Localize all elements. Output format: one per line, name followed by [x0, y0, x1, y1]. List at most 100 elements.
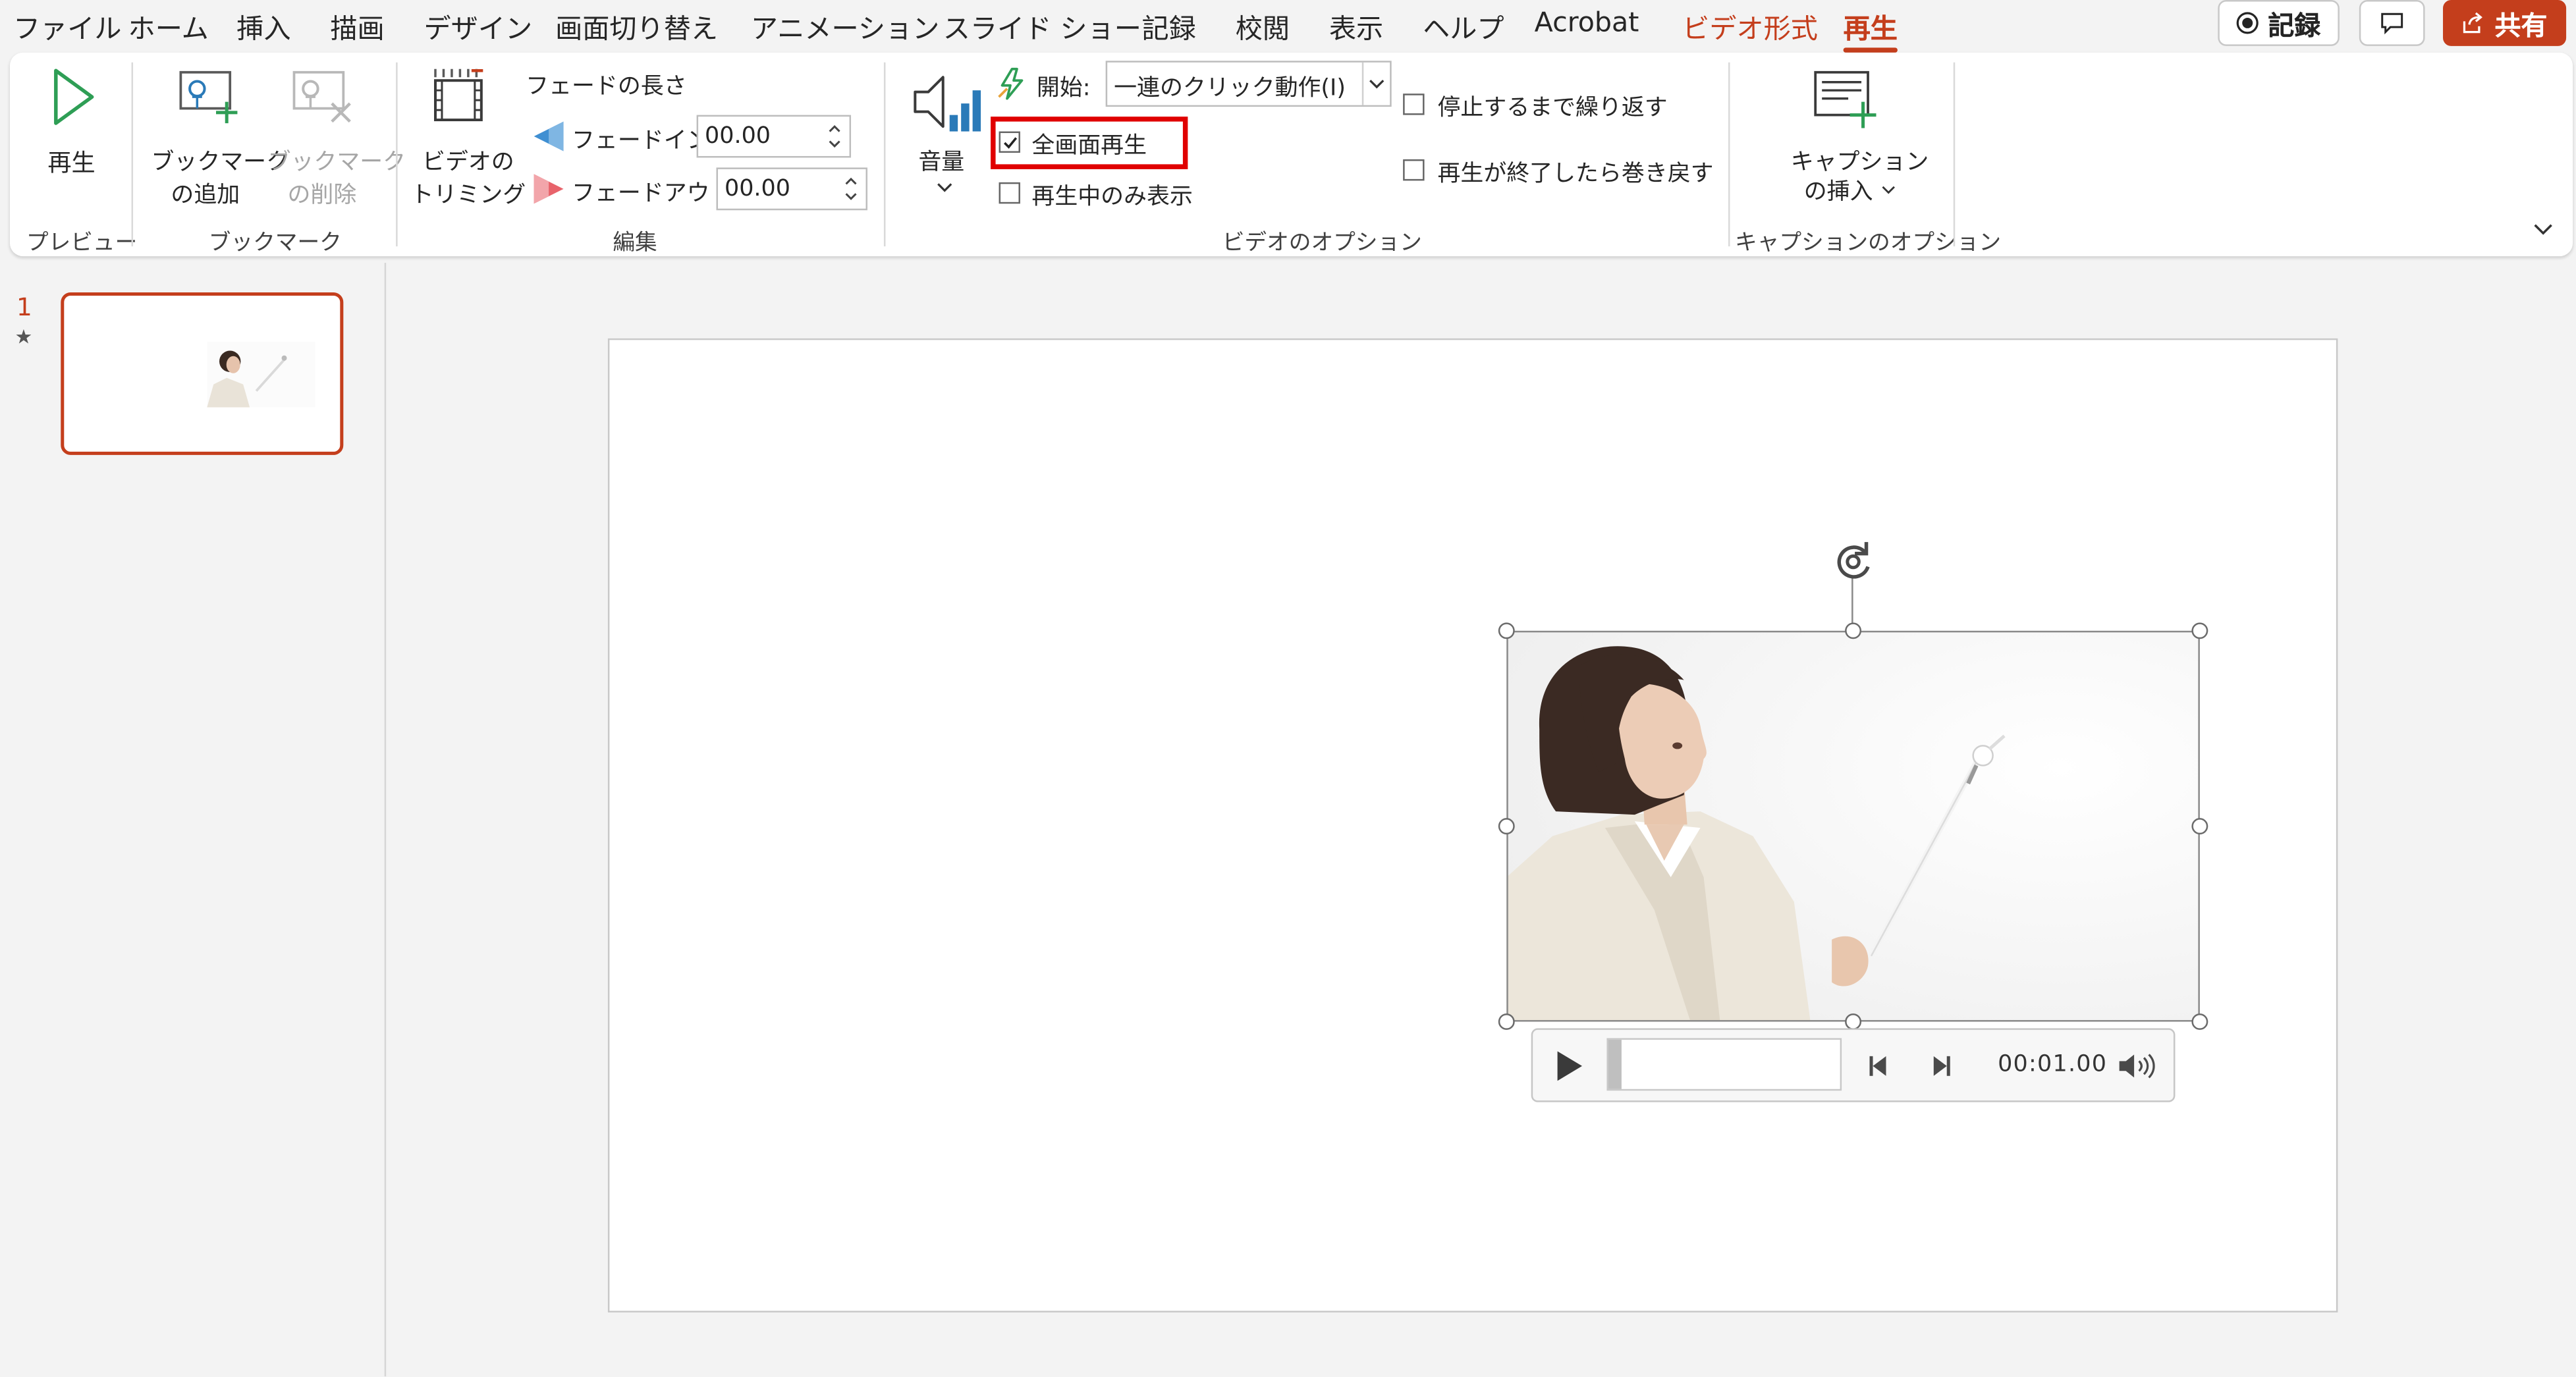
pane-divider	[384, 263, 387, 1377]
rewind-checkbox[interactable]: 再生が終了したら巻き戻す	[1403, 153, 1732, 189]
resize-handle-right[interactable]	[2191, 818, 2208, 835]
volume-label: 音量	[918, 149, 965, 176]
tab-draw[interactable]: 描画	[330, 7, 384, 46]
chevron-down-icon	[1369, 80, 1384, 89]
trim-video-label-2: トリミング	[410, 182, 526, 209]
trim-video-icon	[433, 68, 483, 122]
rotate-handle-icon[interactable]	[1832, 539, 1878, 585]
trim-video-button[interactable]: ビデオの トリミング	[408, 63, 526, 213]
playback-time: 00:01.00	[1998, 1051, 2108, 1078]
volume-button[interactable]: 音量	[907, 63, 986, 213]
seek-bar[interactable]	[1606, 1038, 1842, 1091]
tab-record[interactable]: 記録	[1142, 7, 1196, 46]
chevron-down-icon	[937, 183, 952, 192]
group-label-editing: 編集	[613, 230, 657, 257]
resize-handle-top[interactable]	[1845, 622, 1862, 639]
checkmark-icon	[1004, 137, 1018, 149]
play-preview-label: 再生	[47, 151, 96, 178]
spinner-arrows-icon[interactable]	[843, 174, 860, 203]
play-icon	[54, 68, 94, 125]
start-label: 開始:	[1036, 75, 1091, 102]
tab-file[interactable]: ファイル	[13, 7, 122, 46]
remove-bookmark-button: ブックマーク の削除	[265, 63, 406, 213]
tab-home[interactable]: ホーム	[128, 7, 209, 46]
resize-handle-top-right[interactable]	[2191, 622, 2208, 639]
group-label-video-options: ビデオのオプション	[1222, 230, 1422, 257]
comment-icon	[2381, 13, 2403, 35]
slide-thumbnail[interactable]	[61, 292, 344, 455]
fade-in-spinner[interactable]: 00.00	[696, 115, 852, 158]
selection-outline	[1506, 630, 2200, 1022]
collapse-ribbon-icon[interactable]	[2532, 220, 2555, 236]
fade-out-spinner[interactable]: 00.00	[716, 167, 867, 211]
tab-review[interactable]: 校閲	[1236, 7, 1290, 46]
insert-captions-button[interactable]: キャプション の挿入	[1771, 63, 1929, 213]
tab-transitions[interactable]: 画面切り替え	[555, 7, 718, 46]
group-separator	[131, 62, 134, 247]
start-dropdown[interactable]: 一連のクリック動作(I)	[1105, 61, 1392, 107]
play-preview-button[interactable]: 再生	[23, 63, 122, 213]
fullscreen-label: 全画面再生	[1031, 133, 1147, 159]
resize-handle-left[interactable]	[1498, 818, 1515, 835]
share-icon	[2464, 12, 2484, 34]
resize-handle-bottom-right[interactable]	[2191, 1013, 2208, 1030]
rewind-label: 再生が終了したら巻き戻す	[1437, 161, 1714, 188]
record-button-label: 記録	[2268, 9, 2321, 41]
tab-acrobat[interactable]: Acrobat	[1535, 7, 1639, 38]
group-label-caption-options: キャプションのオプション	[1734, 230, 2002, 257]
animation-star-icon: ★	[14, 325, 33, 348]
record-icon	[2237, 12, 2259, 34]
add-bookmark-button[interactable]: ブックマーク の追加	[148, 63, 289, 213]
fade-out-value: 00.00	[724, 175, 790, 202]
resize-handle-top-left[interactable]	[1498, 622, 1515, 639]
tab-insert[interactable]: 挿入	[236, 7, 290, 46]
ribbon: 再生 プレビュー ブックマーク の追加 ブックマーク の削除 ブックマーク ビデ…	[9, 52, 2573, 257]
seek-bar-thumb[interactable]	[1608, 1039, 1622, 1089]
hide-while-not-playing-checkbox[interactable]: 再生中のみ表示	[999, 176, 1229, 212]
slide-number: 1	[16, 292, 32, 322]
remove-bookmark-label-1: ブックマーク	[267, 149, 406, 176]
play-icon[interactable]	[1552, 1048, 1585, 1084]
share-button-label: 共有	[2494, 9, 2548, 41]
tab-slideshow[interactable]: スライド ショー	[943, 7, 1141, 46]
loop-checkbox[interactable]: 停止するまで繰り返す	[1403, 87, 1682, 123]
fade-in-value: 00.00	[705, 123, 771, 149]
volume-icon	[914, 76, 981, 132]
tab-view[interactable]: 表示	[1329, 7, 1383, 46]
group-separator	[883, 62, 886, 247]
comments-button[interactable]	[2359, 0, 2425, 46]
remove-bookmark-icon	[292, 70, 351, 123]
loop-checkbox-box[interactable]	[1403, 94, 1425, 115]
share-button[interactable]: 共有	[2443, 0, 2567, 46]
tab-animations[interactable]: アニメーション	[751, 7, 939, 46]
hide-while-not-playing-checkbox-box[interactable]	[999, 182, 1020, 204]
volume-icon[interactable]	[2116, 1050, 2156, 1083]
fade-in-label: フェードイン:	[572, 128, 718, 155]
group-separator	[1953, 62, 1956, 247]
group-separator	[1728, 62, 1730, 247]
record-button[interactable]: 記録	[2218, 0, 2340, 46]
tab-help[interactable]: ヘルプ	[1423, 7, 1504, 46]
fade-duration-title: フェードの長さ	[526, 74, 687, 101]
step-forward-icon[interactable]	[1927, 1053, 1954, 1079]
tab-video-format[interactable]: ビデオ形式	[1682, 7, 1818, 46]
remove-bookmark-label-2: の削除	[287, 182, 357, 209]
rewind-checkbox-box[interactable]	[1403, 159, 1425, 181]
insert-captions-label-1: キャプション	[1790, 149, 1929, 176]
fullscreen-checkbox-box[interactable]	[999, 131, 1020, 153]
media-controls: 00:01.00	[1531, 1028, 2176, 1102]
step-back-icon[interactable]	[1867, 1053, 1893, 1079]
tab-design[interactable]: デザイン	[424, 7, 533, 46]
menu-bar: ファイル ホーム 挿入 描画 デザイン 画面切り替え アニメーション スライド …	[0, 0, 2576, 53]
loop-label: 停止するまで繰り返す	[1437, 95, 1668, 122]
start-dropdown-value: 一連のクリック動作(I)	[1114, 75, 1346, 102]
tab-playback[interactable]: 再生	[1843, 7, 1898, 53]
fade-out-label: フェードアウト:	[572, 180, 741, 207]
resize-handle-bottom[interactable]	[1845, 1013, 1862, 1030]
spinner-arrows-icon[interactable]	[827, 122, 843, 151]
resize-handle-bottom-left[interactable]	[1498, 1013, 1515, 1030]
start-lightning-icon	[998, 67, 1024, 100]
fullscreen-checkbox[interactable]: 全画面再生	[999, 125, 1180, 161]
fade-out-icon	[534, 174, 564, 204]
group-separator	[396, 62, 398, 247]
